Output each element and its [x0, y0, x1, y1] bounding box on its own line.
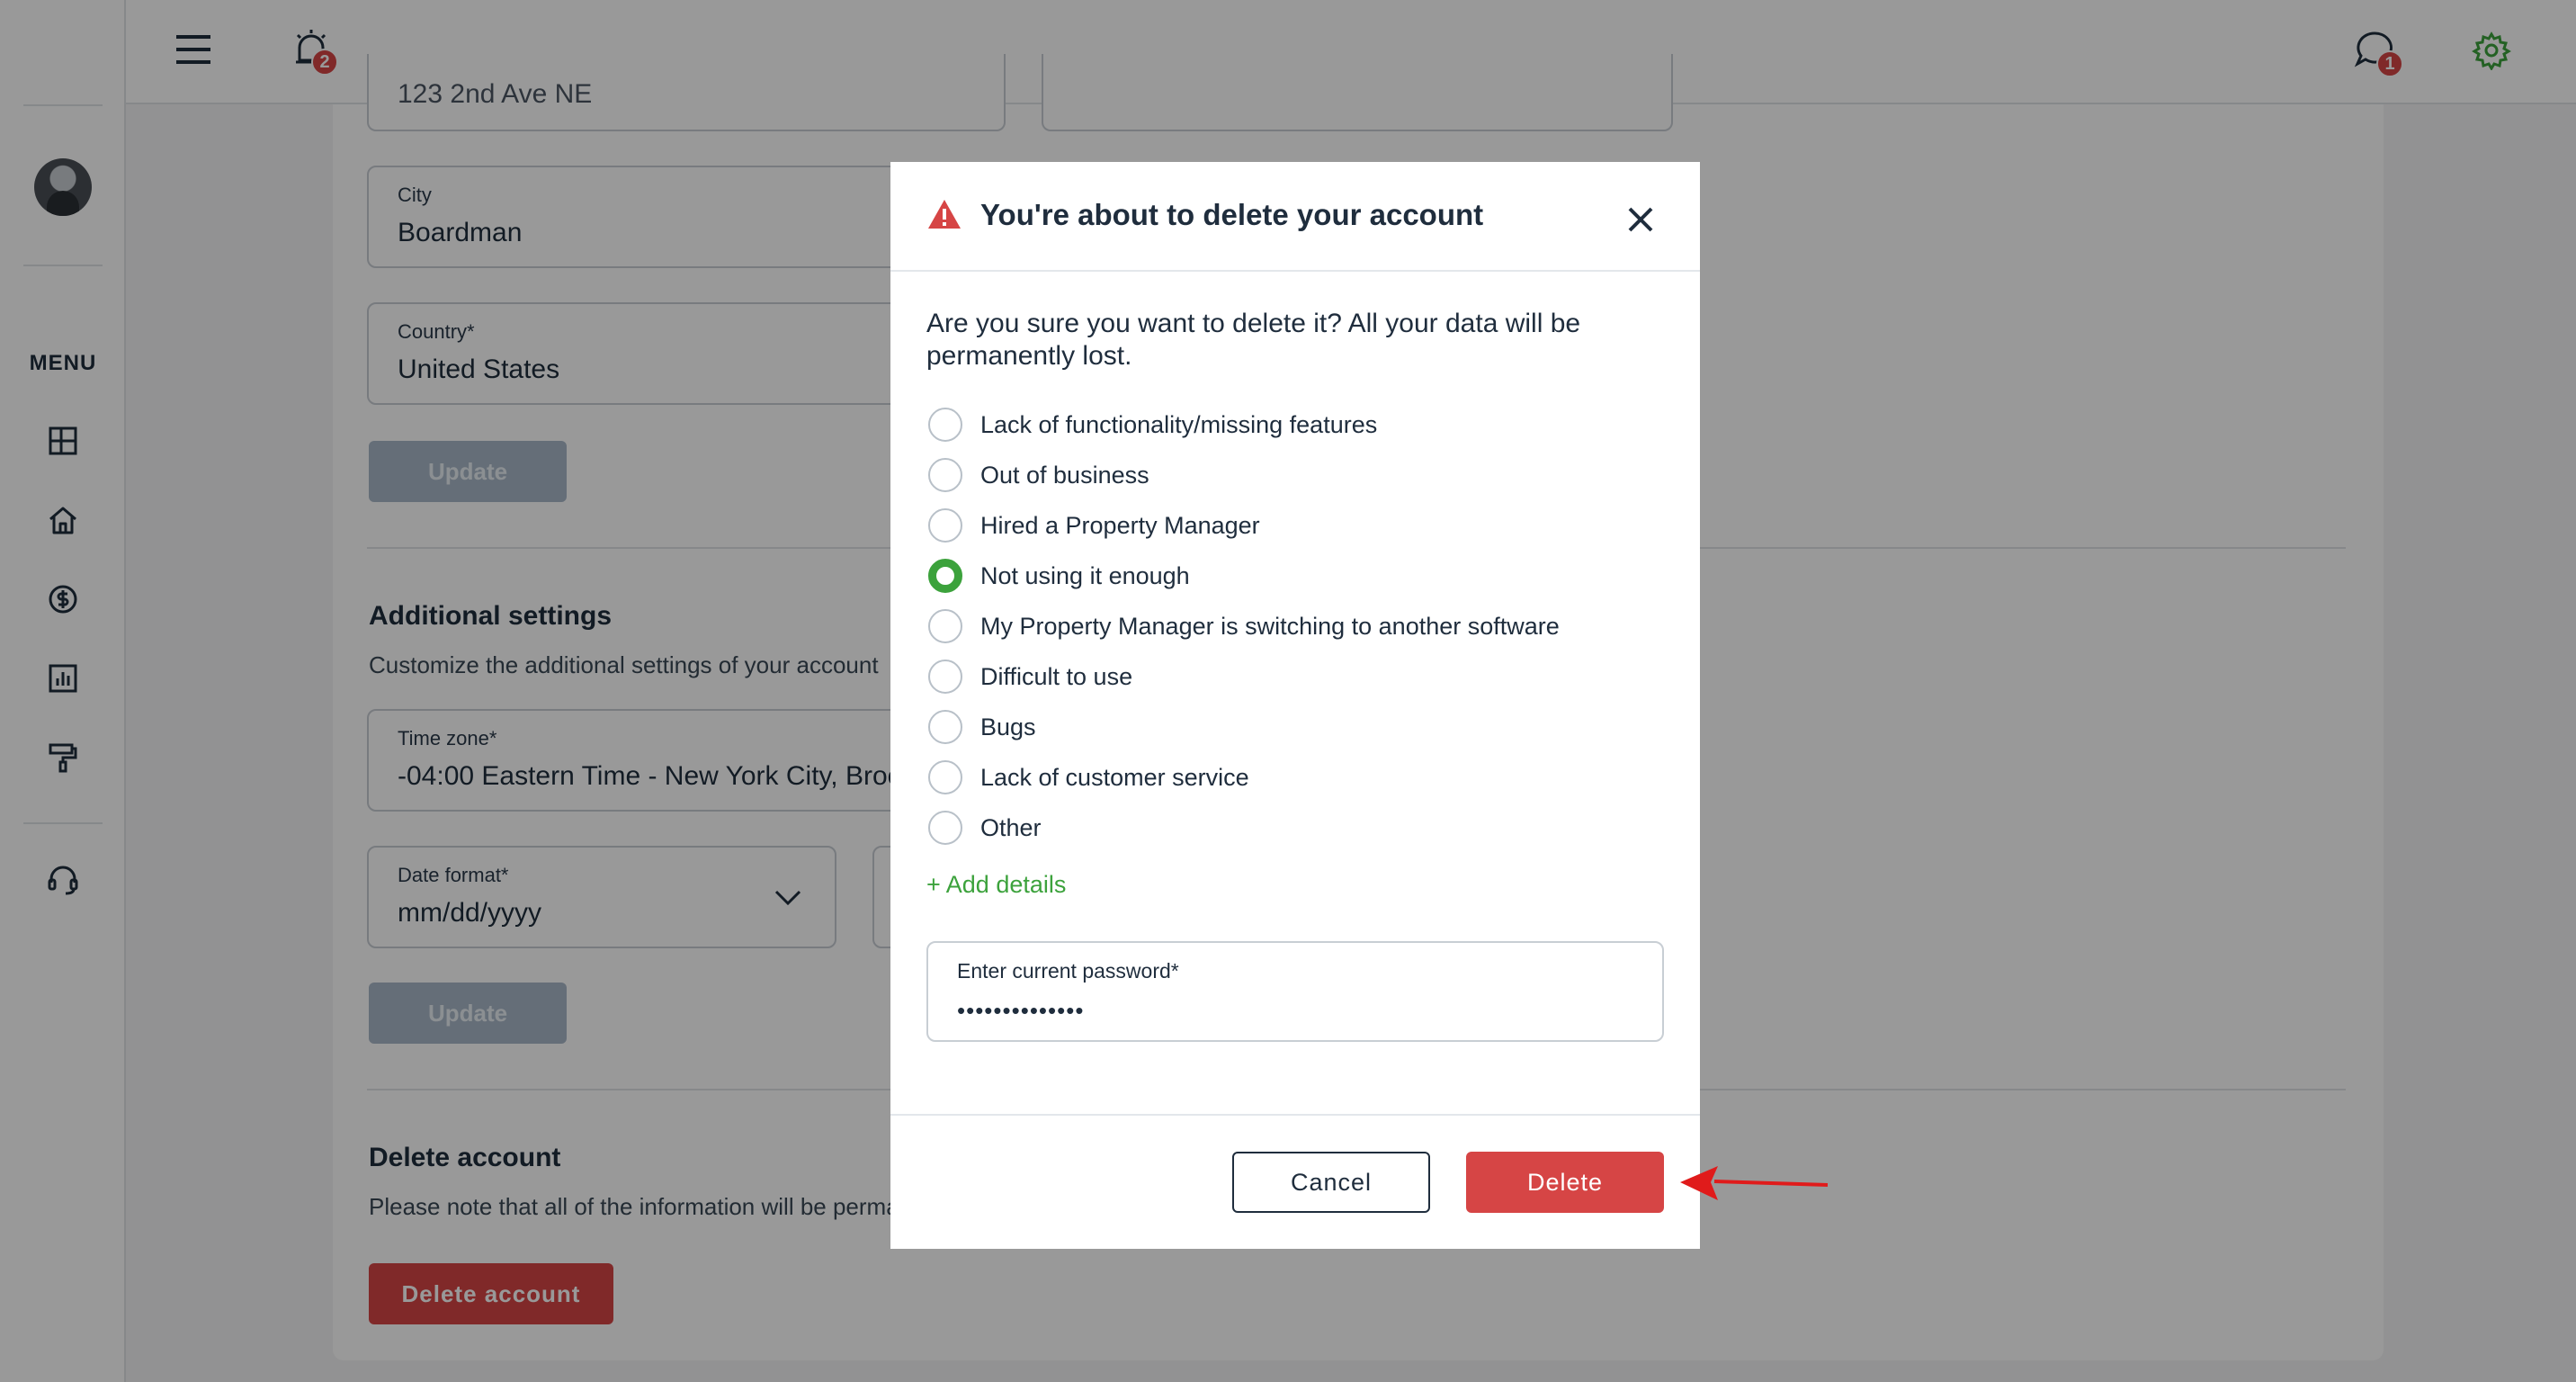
delete-confirmation-question: Are you sure you want to delete it? All …	[926, 309, 1581, 371]
modal-title: You're about to delete your account	[980, 198, 1484, 231]
current-password-field[interactable]: Enter current password* ••••••••••••••	[926, 941, 1664, 1042]
close-icon[interactable]	[1624, 203, 1657, 236]
reason-option[interactable]: Difficult to use	[928, 659, 1132, 695]
reason-option[interactable]: My Property Manager is switching to anot…	[928, 608, 1560, 644]
radio-button[interactable]	[928, 811, 962, 845]
reason-option-selected[interactable]: Not using it enough	[928, 558, 1190, 594]
radio-button-checked[interactable]	[928, 559, 962, 593]
radio-button[interactable]	[928, 710, 962, 744]
reason-option[interactable]: Lack of customer service	[928, 759, 1249, 795]
modal-footer-divider	[890, 1114, 1700, 1116]
radio-button[interactable]	[928, 660, 962, 694]
modal-header: You're about to delete your account	[890, 162, 1700, 272]
radio-button[interactable]	[928, 458, 962, 492]
reason-option[interactable]: Other	[928, 810, 1042, 846]
delete-button[interactable]: Delete	[1466, 1152, 1664, 1213]
warning-icon	[926, 198, 962, 235]
radio-button[interactable]	[928, 508, 962, 543]
password-label: Enter current password*	[957, 959, 1179, 983]
delete-account-modal: You're about to delete your account Are …	[890, 162, 1700, 1249]
reason-option[interactable]: Lack of functionality/missing features	[928, 407, 1377, 443]
reason-option[interactable]: Hired a Property Manager	[928, 507, 1260, 543]
radio-button[interactable]	[928, 408, 962, 442]
radio-button[interactable]	[928, 609, 962, 643]
reason-option[interactable]: Out of business	[928, 457, 1149, 493]
radio-button[interactable]	[928, 760, 962, 794]
add-details-link[interactable]: + Add details	[926, 871, 1066, 899]
password-value: ••••••••••••••	[957, 997, 1085, 1024]
reason-option[interactable]: Bugs	[928, 709, 1036, 745]
cancel-button[interactable]: Cancel	[1232, 1152, 1430, 1213]
red-arrow-annotation	[1678, 1162, 1829, 1208]
